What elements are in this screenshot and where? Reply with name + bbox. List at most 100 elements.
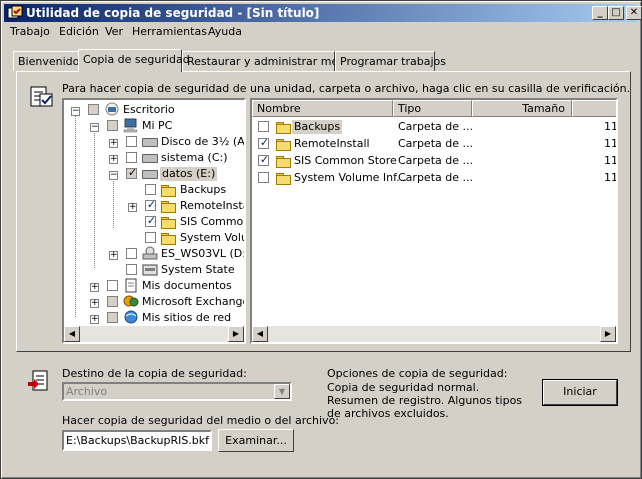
tree-expander[interactable]: + [90, 299, 99, 308]
floppy-drive-icon [142, 138, 158, 147]
scroll-left-icon[interactable]: ◀ [252, 326, 268, 342]
minimize-button[interactable]: _ [592, 6, 608, 20]
destination-dropdown[interactable]: Archivo ▼ [62, 382, 292, 401]
chevron-down-icon[interactable]: ▼ [274, 384, 290, 399]
list-row-extra: 11 [604, 171, 618, 184]
folder-icon [276, 173, 291, 185]
system-state-icon [142, 264, 158, 276]
column-header-extra[interactable] [572, 100, 616, 117]
tree-checkbox[interactable] [107, 120, 118, 131]
tree-item-label[interactable]: Mis documentos [142, 279, 232, 293]
tree-checkbox[interactable] [145, 232, 156, 243]
tab-copia-de-seguridad[interactable]: Copia de seguridad [78, 49, 190, 72]
scroll-left-icon[interactable]: ◀ [64, 326, 80, 342]
exchange-icon [123, 295, 139, 307]
list-row-name[interactable]: Backups [292, 120, 343, 134]
tree-expander[interactable]: + [109, 251, 118, 260]
start-button[interactable]: Iniciar [542, 379, 618, 406]
tree-item-label-selected[interactable]: datos (E:) [160, 167, 218, 181]
tree-item-label[interactable]: System State [161, 263, 235, 277]
tree-checkbox[interactable] [107, 296, 118, 307]
maximize-button[interactable]: □ [608, 6, 624, 20]
list-horizontal-scrollbar[interactable] [252, 326, 616, 342]
cd-drive-icon [142, 246, 158, 260]
list-row-checkbox[interactable]: ✓ [258, 153, 269, 166]
media-path-input[interactable]: E:\Backups\BackupRIS.bkf [62, 430, 212, 451]
desktop-icon [105, 102, 119, 116]
tree-checkbox[interactable]: ✓ [126, 166, 137, 179]
checklist-icon [30, 86, 53, 107]
destination-value: Archivo [66, 385, 108, 398]
documents-icon [125, 278, 137, 293]
list-row-checkbox[interactable]: ✓ [258, 136, 269, 149]
tree-item-label[interactable]: System Volum [180, 231, 244, 245]
tree-item-label[interactable]: sistema (C:) [161, 151, 228, 165]
list-row-checkbox[interactable] [258, 121, 269, 132]
tree-item-label[interactable]: Disco de 3½ (A:) [161, 135, 244, 149]
list-row-name[interactable]: SIS Common Store [294, 154, 397, 168]
folder-icon [161, 217, 176, 229]
tree-horizontal-scrollbar[interactable] [64, 326, 244, 342]
menu-bar: Trabajo Edición Ver Herramientas Ayuda [4, 23, 638, 41]
tree-expander[interactable]: + [90, 283, 99, 292]
tree-item-label[interactable]: Backups [180, 183, 226, 197]
tree-checkbox[interactable]: ✓ [145, 198, 156, 211]
menu-trabajo[interactable]: Trabajo [10, 25, 50, 38]
column-header-tamano[interactable]: Tamaño [472, 100, 572, 117]
tree-checkbox[interactable]: ✓ [145, 214, 156, 227]
computer-icon [123, 118, 138, 133]
tree-item-label[interactable]: SIS Common [180, 215, 244, 229]
options-title: Opciones de copia de seguridad: [327, 367, 508, 380]
tree-expander[interactable]: + [90, 315, 99, 324]
options-description: Copia de seguridad normal. Resumen de re… [327, 381, 523, 420]
browse-button[interactable]: Examinar... [218, 429, 294, 452]
menu-ver[interactable]: Ver [105, 25, 123, 38]
folder-tree[interactable]: − Escritorio − Mi PC + Disco de 3½ (A:) … [62, 98, 246, 344]
list-row-name[interactable]: RemoteInstall [294, 137, 370, 151]
instructions-text: Para hacer copia de seguridad de una uni… [62, 82, 631, 95]
tree-item-label[interactable]: ES_WS03VL (D:) [161, 247, 244, 261]
tree-expander[interactable]: − [109, 171, 118, 180]
tree-checkbox[interactable] [126, 152, 137, 163]
tree-expander[interactable]: + [109, 139, 118, 148]
title-bar[interactable]: Utilidad de copia de seguridad - [Sin tí… [4, 4, 642, 22]
tree-item-label[interactable]: RemoteInstall [180, 199, 244, 213]
tree-checkbox[interactable] [107, 280, 118, 291]
close-button[interactable]: ✕ [626, 6, 642, 20]
list-row-checkbox[interactable] [258, 172, 269, 183]
window-title: Utilidad de copia de seguridad - [Sin tí… [26, 6, 320, 20]
menu-ayuda[interactable]: Ayuda [208, 25, 242, 38]
menu-edicion[interactable]: Edición [59, 25, 99, 38]
tree-checkbox[interactable] [145, 184, 156, 195]
list-row-extra: 11 [604, 137, 618, 150]
tree-expander[interactable]: − [71, 107, 80, 116]
tree-checkbox[interactable] [126, 248, 137, 259]
tree-item-label[interactable]: Mi PC [142, 119, 172, 133]
tree-expander[interactable]: + [128, 203, 137, 212]
tab-programar-trabajos[interactable]: Programar trabajos [335, 51, 446, 71]
column-header-nombre[interactable]: Nombre [252, 100, 393, 117]
backup-destination-icon [28, 370, 48, 391]
tree-item-label[interactable]: Mis sitios de red [142, 311, 231, 325]
list-row-type: Carpeta de ... [398, 120, 473, 133]
tree-expander[interactable]: + [109, 155, 118, 164]
destination-label: Destino de la copia de seguridad: [62, 367, 247, 380]
menu-herramientas[interactable]: Herramientas [132, 25, 207, 38]
hard-drive-icon [142, 154, 158, 163]
tab-restaurar[interactable]: Restaurar y administrar medios [182, 51, 361, 71]
tab-bienvenido[interactable]: Bienvenido [13, 51, 79, 71]
tree-checkbox[interactable] [88, 104, 99, 115]
backup-app-icon [7, 5, 23, 19]
scroll-right-icon[interactable]: ▶ [228, 326, 244, 342]
column-header-tipo[interactable]: Tipo [393, 100, 472, 117]
tree-expander[interactable]: − [90, 123, 99, 132]
tree-item-label[interactable]: Microsoft Exchange S [142, 295, 244, 309]
tree-checkbox[interactable] [126, 264, 137, 275]
list-row-name[interactable]: System Volume Inf... [294, 171, 407, 185]
tree-checkbox[interactable] [126, 136, 137, 147]
tree-checkbox[interactable] [107, 312, 118, 323]
file-list[interactable]: Nombre Tipo Tamaño Backups Carpeta de ..… [250, 98, 618, 344]
tree-item-label[interactable]: Escritorio [123, 103, 175, 117]
scroll-right-icon[interactable]: ▶ [600, 326, 616, 342]
list-row-extra: 11 [604, 154, 618, 167]
